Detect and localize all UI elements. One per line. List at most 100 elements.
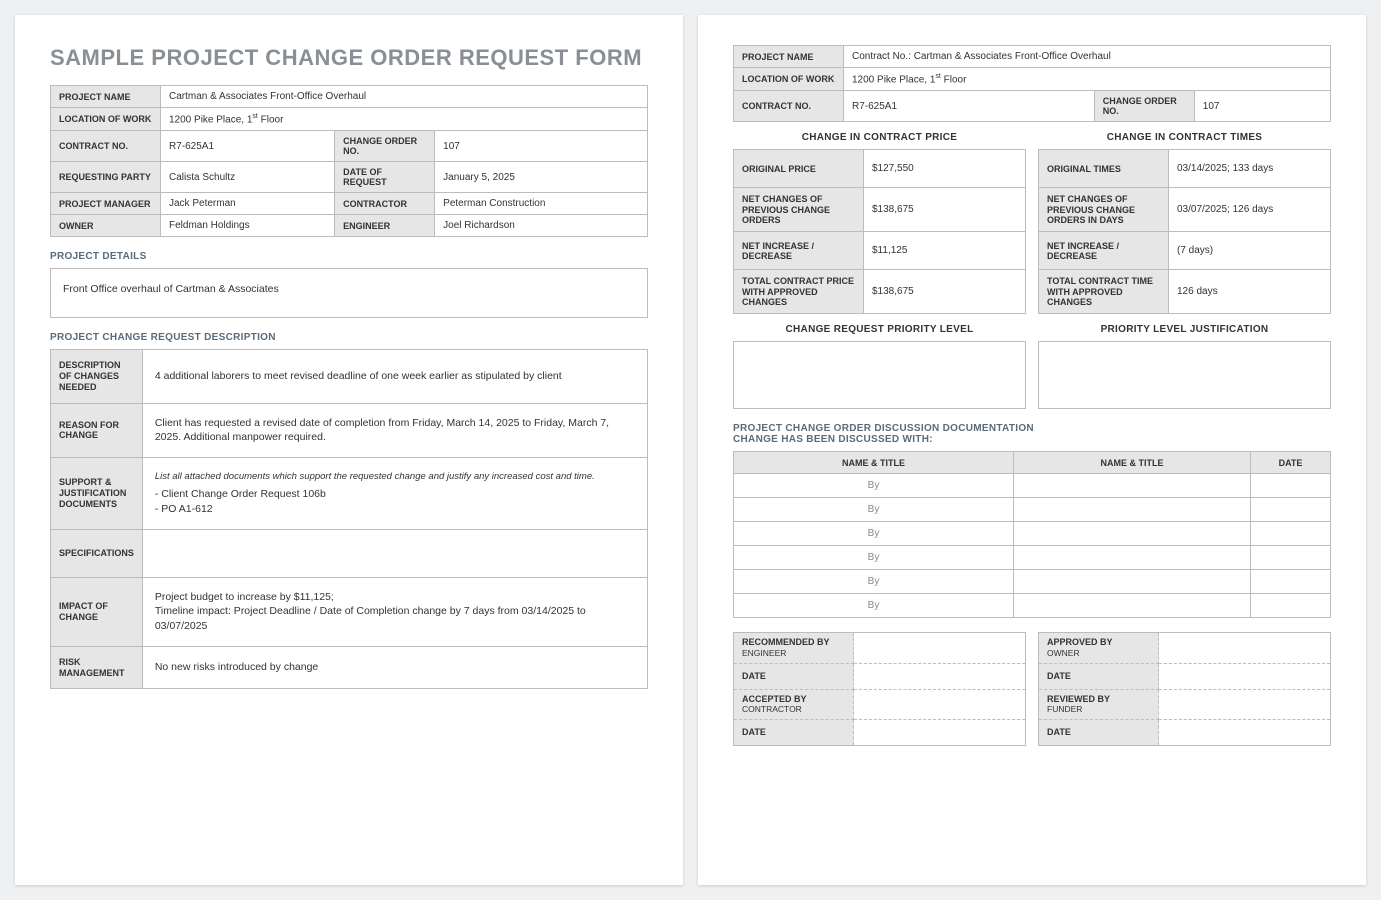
val-net-inc-times: (7 days): [1169, 232, 1331, 270]
val-engineer: Joel Richardson: [435, 215, 648, 237]
discuss-row: By: [734, 498, 1331, 522]
discussion-table: NAME & TITLE NAME & TITLE DATE By By By …: [733, 451, 1331, 618]
val-net-prev-times: 03/07/2025; 126 days: [1169, 188, 1331, 232]
header-table-2: PROJECT NAME Contract No.: Cartman & Ass…: [733, 45, 1331, 122]
header-table: PROJECT NAME Cartman & Associates Front-…: [50, 85, 648, 237]
label-specs: SPECIFICATIONS: [51, 529, 143, 577]
val-desc-changes: 4 additional laborers to meet revised de…: [142, 350, 647, 403]
label-recommended: RECOMMENDED BYENGINEER: [734, 633, 854, 663]
label-contract-no: CONTRACT NO.: [51, 131, 161, 162]
label-reviewed: REVIEWED BYFUNDER: [1039, 689, 1159, 719]
val-total-time: 126 days: [1169, 270, 1331, 314]
change-times-block: CHANGE IN CONTRACT TIMES ORIGINAL TIMES0…: [1038, 132, 1331, 314]
label2-project-name: PROJECT NAME: [734, 46, 844, 68]
discuss-row: By: [734, 594, 1331, 618]
val-change-order-no: 107: [435, 131, 648, 162]
val2-contract-no: R7-625A1: [844, 91, 1095, 122]
label-location: LOCATION OF WORK: [51, 108, 161, 131]
discuss-row: By: [734, 474, 1331, 498]
label-orig-price: ORIGINAL PRICE: [734, 150, 864, 188]
page-2: PROJECT NAME Contract No.: Cartman & Ass…: [698, 15, 1366, 885]
title-priority-just: PRIORITY LEVEL JUSTIFICATION: [1038, 324, 1331, 335]
priority-block: CHANGE REQUEST PRIORITY LEVEL: [733, 324, 1026, 409]
discuss-row: By: [734, 570, 1331, 594]
val-specs: [142, 529, 647, 577]
val-app-date: [1159, 663, 1331, 689]
title-change-times: CHANGE IN CONTRACT TIMES: [1038, 132, 1331, 143]
label-net-inc-times: NET INCREASE / DECREASE: [1039, 232, 1169, 270]
val-acc-date: [854, 719, 1026, 745]
val-location: 1200 Pike Place, 1st Floor: [161, 108, 648, 131]
label-net-prev-price: NET CHANGES OF PREVIOUS CHANGE ORDERS: [734, 188, 864, 232]
sign-table-left: RECOMMENDED BYENGINEER DATE ACCEPTED BYC…: [733, 632, 1026, 745]
label-change-order-no: CHANGE ORDER NO.: [335, 131, 435, 162]
val-accepted: [854, 689, 1026, 719]
label-acc-date: DATE: [734, 719, 854, 745]
val-approved: [1159, 633, 1331, 663]
val-rec-date: [854, 663, 1026, 689]
label-date-request: DATE OF REQUEST: [335, 162, 435, 193]
label-orig-times: ORIGINAL TIMES: [1039, 150, 1169, 188]
val-net-inc-price: $11,125: [864, 232, 1026, 270]
label2-location: LOCATION OF WORK: [734, 68, 844, 91]
label-impact: IMPACT OF CHANGE: [51, 577, 143, 646]
col-date: DATE: [1251, 452, 1331, 474]
priority-box: [733, 341, 1026, 409]
label-rec-date: DATE: [734, 663, 854, 689]
discuss-row: By: [734, 546, 1331, 570]
val-total-price: $138,675: [864, 270, 1026, 314]
label2-change-order-no: CHANGE ORDER NO.: [1094, 91, 1194, 122]
discuss-row: By: [734, 522, 1331, 546]
val-orig-price: $127,550: [864, 150, 1026, 188]
priority-just-block: PRIORITY LEVEL JUSTIFICATION: [1038, 324, 1331, 409]
sign-table-right: APPROVED BYOWNER DATE REVIEWED BYFUNDER …: [1038, 632, 1331, 745]
page-1: SAMPLE PROJECT CHANGE ORDER REQUEST FORM…: [15, 15, 683, 885]
section-project-details: PROJECT DETAILS: [50, 251, 648, 262]
val-orig-times: 03/14/2025; 133 days: [1169, 150, 1331, 188]
val-pm: Jack Peterman: [161, 193, 335, 215]
val-contract-no: R7-625A1: [161, 131, 335, 162]
label-desc-changes: DESCRIPTION OF CHANGES NEEDED: [51, 350, 143, 403]
label-accepted: ACCEPTED BYCONTRACTOR: [734, 689, 854, 719]
label-requesting-party: REQUESTING PARTY: [51, 162, 161, 193]
val2-location: 1200 Pike Place, 1st Floor: [844, 68, 1331, 91]
val-rev-date: [1159, 719, 1331, 745]
label-total-time: TOTAL CONTRACT TIME WITH APPROVED CHANGE…: [1039, 270, 1169, 314]
section-change-desc: PROJECT CHANGE REQUEST DESCRIPTION: [50, 332, 648, 343]
val-impact: Project budget to increase by $11,125; T…: [142, 577, 647, 646]
label-project-name: PROJECT NAME: [51, 86, 161, 108]
val2-change-order-no: 107: [1194, 91, 1330, 122]
section-discussion: PROJECT CHANGE ORDER DISCUSSION DOCUMENT…: [733, 423, 1331, 445]
label-net-prev-times: NET CHANGES OF PREVIOUS CHANGE ORDERS IN…: [1039, 188, 1169, 232]
label-pm: PROJECT MANAGER: [51, 193, 161, 215]
val-support-docs: List all attached documents which suppor…: [142, 458, 647, 530]
col-name-title-2: NAME & TITLE: [1014, 452, 1251, 474]
label-approved: APPROVED BYOWNER: [1039, 633, 1159, 663]
title-change-price: CHANGE IN CONTRACT PRICE: [733, 132, 1026, 143]
label-total-price: TOTAL CONTRACT PRICE WITH APPROVED CHANG…: [734, 270, 864, 314]
label-owner: OWNER: [51, 215, 161, 237]
val-requesting-party: Calista Schultz: [161, 162, 335, 193]
val-reviewed: [1159, 689, 1331, 719]
label-reason: REASON FOR CHANGE: [51, 403, 143, 457]
val-recommended: [854, 633, 1026, 663]
label-support-docs: SUPPORT & JUSTIFICATION DOCUMENTS: [51, 458, 143, 530]
col-name-title-1: NAME & TITLE: [734, 452, 1014, 474]
val-reason: Client has requested a revised date of c…: [142, 403, 647, 457]
label-risk: RISK MANAGEMENT: [51, 646, 143, 689]
label2-contract-no: CONTRACT NO.: [734, 91, 844, 122]
val2-project-name: Contract No.: Cartman & Associates Front…: [844, 46, 1331, 68]
val-risk: No new risks introduced by change: [142, 646, 647, 689]
price-table: ORIGINAL PRICE$127,550 NET CHANGES OF PR…: [733, 149, 1026, 314]
val-contractor: Peterman Construction: [435, 193, 648, 215]
label-net-inc-price: NET INCREASE / DECREASE: [734, 232, 864, 270]
project-details-box: Front Office overhaul of Cartman & Assoc…: [50, 268, 648, 318]
change-request-table: DESCRIPTION OF CHANGES NEEDED 4 addition…: [50, 349, 648, 689]
form-title: SAMPLE PROJECT CHANGE ORDER REQUEST FORM: [50, 45, 648, 71]
val-owner: Feldman Holdings: [161, 215, 335, 237]
label-rev-date: DATE: [1039, 719, 1159, 745]
support-note: List all attached documents which suppor…: [155, 470, 635, 483]
label-contractor: CONTRACTOR: [335, 193, 435, 215]
label-engineer: ENGINEER: [335, 215, 435, 237]
val-net-prev-price: $138,675: [864, 188, 1026, 232]
